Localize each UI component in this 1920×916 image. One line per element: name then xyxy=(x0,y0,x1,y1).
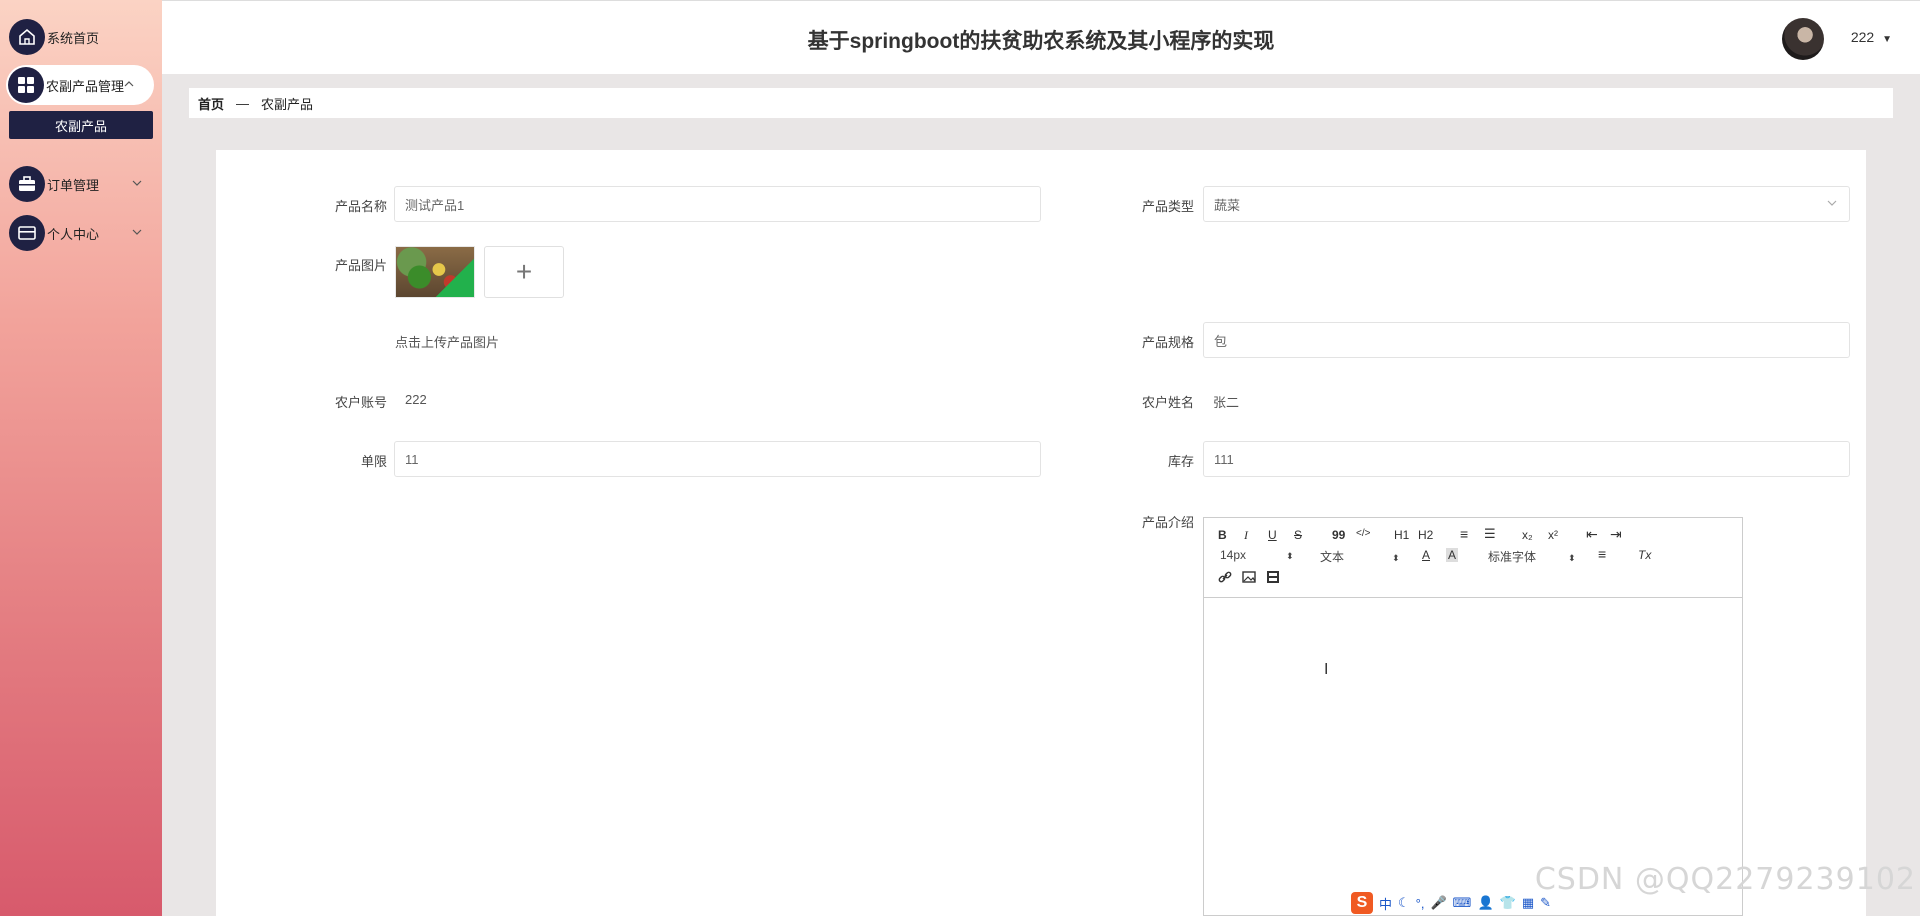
font-family-select[interactable]: 标准字体 ⬍ xyxy=(1488,548,1576,565)
sidebar-item-orders[interactable]: 订单管理 xyxy=(0,164,162,204)
stock-label: 库存 xyxy=(1167,454,1194,469)
sidebar-item-label: 个人中心 xyxy=(47,226,100,242)
product-type-label: 产品类型 xyxy=(1141,199,1194,214)
font-color-button[interactable]: A xyxy=(1422,548,1430,562)
superscript-button[interactable]: x² xyxy=(1548,528,1558,542)
product-name-value: 测试产品1 xyxy=(405,197,465,213)
sidebar-item-home[interactable]: 系统首页 xyxy=(0,17,162,57)
tools-icon[interactable]: ✎ xyxy=(1540,895,1551,911)
clean-format-button[interactable]: Tx xyxy=(1638,548,1651,562)
product-type-select[interactable]: 蔬菜 xyxy=(1203,186,1850,222)
editor-toolbar: B I U S 99 </> H1 H2 ≡ ☰ x₂ x² ⇤ ⇥ 14px ⬍… xyxy=(1204,518,1742,598)
header-value: 文本 xyxy=(1320,550,1345,564)
sidebar-item-label: 订单管理 xyxy=(47,177,100,193)
strike-button[interactable]: S xyxy=(1294,528,1302,542)
font-size-value: 14px xyxy=(1220,548,1247,562)
keyboard-icon[interactable]: ⌨ xyxy=(1453,895,1472,911)
farmer-account-label: 农户账号 xyxy=(334,395,387,410)
skin-icon[interactable]: 👕 xyxy=(1500,895,1516,911)
breadcrumb-separator: — xyxy=(236,95,250,111)
outdent-button[interactable]: ⇤ xyxy=(1586,526,1598,543)
font-family-value: 标准字体 xyxy=(1488,550,1537,564)
caret-down-icon: ▼ xyxy=(1882,34,1892,45)
plus-icon: + xyxy=(515,256,533,287)
align-button[interactable]: ≡ xyxy=(1598,546,1606,562)
top-header: 基于springboot的扶贫助农系统及其小程序的实现 222 ▼ xyxy=(162,0,1920,74)
submenu-item-products[interactable]: 农副产品 xyxy=(9,111,153,139)
home-icon xyxy=(9,19,45,55)
sogou-logo-icon[interactable]: S xyxy=(1351,892,1373,914)
limit-label: 单限 xyxy=(360,454,387,469)
stock-value: 111 xyxy=(1214,451,1234,467)
bold-button[interactable]: B xyxy=(1218,528,1227,542)
farmer-name-value: 张二 xyxy=(1213,395,1240,410)
page-title: 基于springboot的扶贫助农系统及其小程序的实现 xyxy=(807,30,1275,53)
grid-icon xyxy=(8,67,44,103)
farmer-account-value: 222 xyxy=(405,392,427,407)
text-cursor-icon: I xyxy=(1324,661,1329,678)
upload-image-button[interactable]: + xyxy=(484,246,564,298)
chevron-up-icon xyxy=(124,80,134,91)
h2-button[interactable]: H2 xyxy=(1418,528,1433,542)
product-spec-input[interactable]: 包 xyxy=(1203,322,1850,358)
code-button[interactable]: </> xyxy=(1356,528,1370,539)
bullet-list-button[interactable]: ☰ xyxy=(1484,526,1496,542)
apps-icon[interactable]: ▦ xyxy=(1522,895,1534,911)
avatar[interactable] xyxy=(1782,18,1824,60)
user-menu[interactable]: 222 ▼ xyxy=(1851,29,1892,45)
header-select[interactable]: 文本 ⬍ xyxy=(1320,548,1400,565)
ime-mode[interactable]: 中 xyxy=(1379,894,1392,913)
limit-input[interactable]: 11 xyxy=(394,441,1041,477)
farmer-name-label: 农户姓名 xyxy=(1141,395,1194,410)
sidebar-item-products[interactable]: 农副产品管理 xyxy=(6,65,154,105)
product-image-label: 产品图片 xyxy=(334,258,387,273)
user-icon[interactable]: 👤 xyxy=(1477,895,1493,911)
product-spec-value: 包 xyxy=(1214,333,1228,349)
italic-button[interactable]: I xyxy=(1244,528,1248,543)
moon-icon[interactable]: ☾ xyxy=(1398,895,1410,911)
product-image-thumbnail[interactable] xyxy=(395,246,475,298)
h1-button[interactable]: H1 xyxy=(1394,528,1409,542)
indent-button[interactable]: ⇥ xyxy=(1610,526,1622,543)
subscript-button[interactable]: x₂ xyxy=(1522,528,1533,542)
product-name-label: 产品名称 xyxy=(334,199,387,214)
background-color-button[interactable]: A xyxy=(1446,548,1459,562)
breadcrumb-home[interactable]: 首页 xyxy=(198,94,224,113)
upload-hint: 点击上传产品图片 xyxy=(395,335,500,350)
link-icon[interactable] xyxy=(1218,570,1232,587)
rich-text-editor: B I U S 99 </> H1 H2 ≡ ☰ x₂ x² ⇤ ⇥ 14px ⬍… xyxy=(1203,517,1743,916)
watermark: CSDN @QQ2279239102 xyxy=(1534,862,1916,897)
font-size-select[interactable]: 14px ⬍ xyxy=(1220,548,1294,562)
sidebar-item-label: 系统首页 xyxy=(47,30,100,46)
punctuation-icon[interactable]: °, xyxy=(1416,896,1425,911)
microphone-icon[interactable]: 🎤 xyxy=(1430,895,1446,911)
briefcase-icon xyxy=(9,166,45,202)
product-spec-label: 产品规格 xyxy=(1141,335,1194,350)
blockquote-button[interactable]: 99 xyxy=(1332,528,1345,542)
sidebar: 系统首页 农副产品管理 农副产品 订单管理 个人中心 xyxy=(0,0,162,916)
sidebar-item-profile[interactable]: 个人中心 xyxy=(0,213,162,253)
image-icon[interactable] xyxy=(1242,570,1256,587)
ordered-list-button[interactable]: ≡ xyxy=(1460,526,1468,542)
product-type-value: 蔬菜 xyxy=(1214,197,1241,213)
product-name-input[interactable]: 测试产品1 xyxy=(394,186,1041,222)
username: 222 xyxy=(1850,29,1875,45)
chevron-down-icon xyxy=(1827,199,1837,210)
chevron-down-icon xyxy=(132,179,142,190)
breadcrumb-current: 农副产品 xyxy=(261,96,314,112)
breadcrumb: 首页 — 农副产品 xyxy=(189,88,1893,118)
card-icon xyxy=(9,215,45,251)
sidebar-item-label: 农副产品管理 xyxy=(46,78,125,94)
intro-label: 产品介绍 xyxy=(1141,515,1194,530)
underline-button[interactable]: U xyxy=(1268,528,1277,542)
video-icon[interactable] xyxy=(1266,570,1280,587)
chevron-down-icon xyxy=(132,228,142,239)
stock-input[interactable]: 111 xyxy=(1203,441,1850,477)
limit-value: 11 xyxy=(405,451,419,467)
